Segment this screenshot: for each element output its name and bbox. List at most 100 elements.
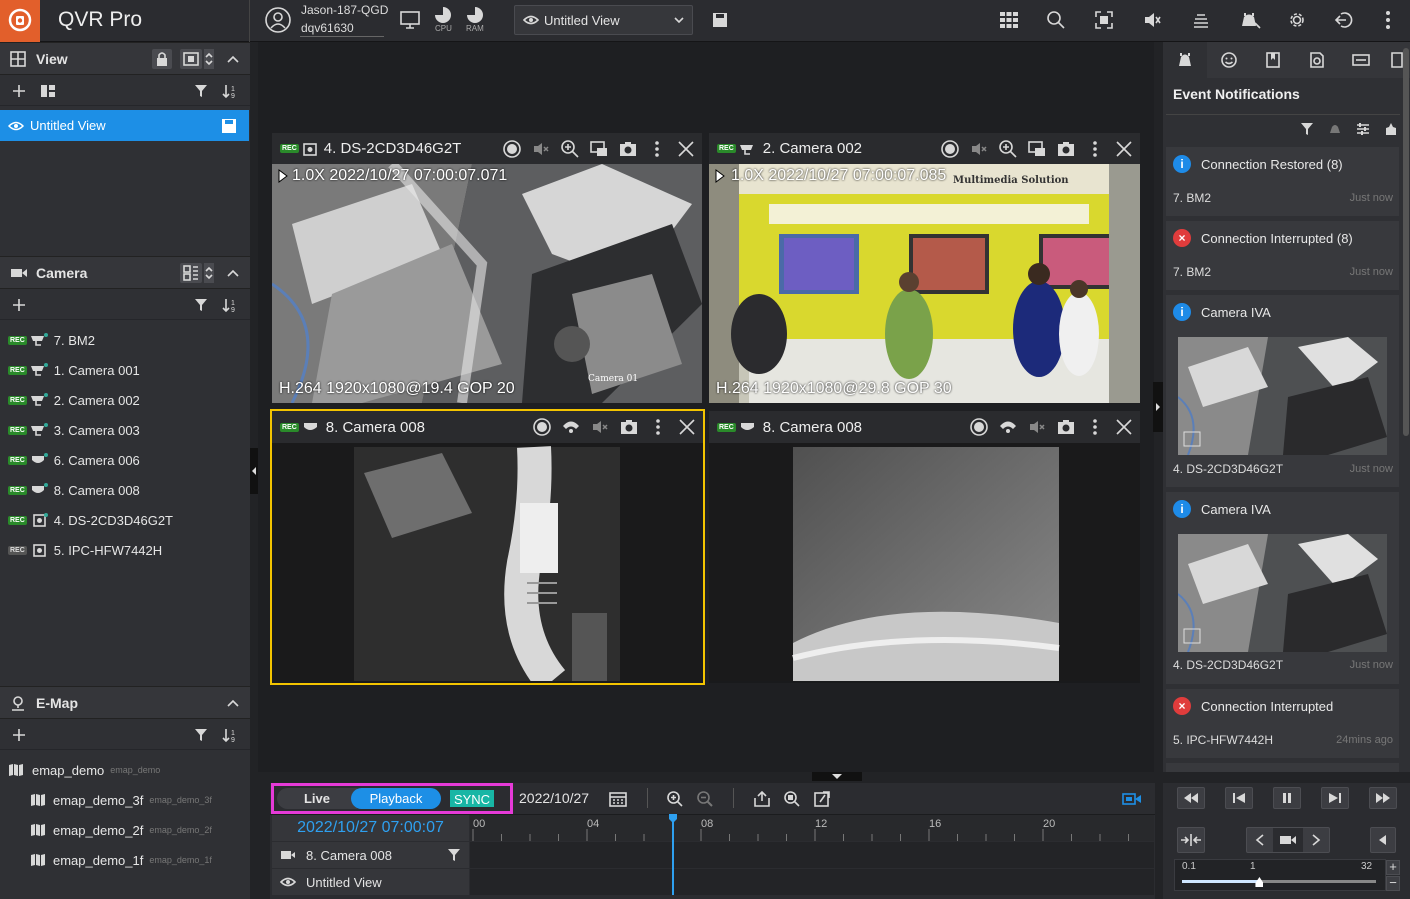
view-section-header[interactable]: View <box>0 42 250 75</box>
settings-sliders-icon[interactable] <box>1356 122 1370 136</box>
zoom-icon[interactable] <box>998 139 1018 159</box>
emap-list-item[interactable]: emap_demo emap_demo <box>0 755 250 785</box>
digital-zoom-icon[interactable] <box>783 790 801 808</box>
sync-button[interactable]: SYNC <box>449 789 495 808</box>
record-icon[interactable] <box>532 417 552 437</box>
previous-frame-button[interactable] <box>1225 787 1253 809</box>
camera-sort-arrows-icon[interactable] <box>204 262 214 283</box>
timeline-camera-row[interactable]: 8. Camera 008 <box>272 842 469 868</box>
camera-section-header[interactable]: Camera <box>0 256 250 289</box>
next-camera-icon[interactable] <box>1303 833 1329 847</box>
collapse-emap-icon[interactable] <box>226 698 240 708</box>
video-feed[interactable]: 1.0X 2022/10/27 07:00:07.085 Multimedia … <box>709 164 1140 403</box>
notification-card[interactable]: i Camera IVA 4. DS-2CD3D46G2T Just now <box>1166 492 1399 684</box>
add-view-icon[interactable] <box>12 84 26 98</box>
user-avatar-icon[interactable] <box>264 6 292 34</box>
fullscreen-icon[interactable] <box>1094 10 1114 30</box>
tile-more-icon[interactable] <box>648 417 668 437</box>
pause-button[interactable] <box>1273 787 1301 809</box>
add-emap-icon[interactable] <box>12 728 26 742</box>
filter-icon[interactable] <box>194 84 208 98</box>
tab-search-record[interactable] <box>1295 51 1339 69</box>
previous-camera-icon[interactable] <box>1247 833 1273 847</box>
camera-recording-icon[interactable] <box>1122 791 1142 807</box>
zoom-in-icon[interactable] <box>666 790 684 808</box>
video-tile[interactable]: REC 8. Camera 008 <box>707 409 1142 685</box>
snapshot-icon[interactable] <box>618 139 638 159</box>
video-feed[interactable] <box>709 443 1140 681</box>
mute-icon[interactable] <box>1142 10 1162 30</box>
emap-list-item[interactable]: emap_demo_1f emap_demo_1f <box>0 845 250 875</box>
timeline-ruler[interactable]: 00 04 08 12 16 20 <box>470 815 1154 841</box>
pip-icon[interactable] <box>1027 139 1047 159</box>
filter-icon[interactable] <box>1300 122 1314 136</box>
camera-list-item[interactable]: REC 1. Camera 001 <box>0 355 250 385</box>
video-feed[interactable]: 1.0X 2022/10/27 07:00:07.071 H.264 1920x… <box>272 164 702 403</box>
camera-icon[interactable] <box>1273 828 1303 852</box>
filter-icon[interactable] <box>194 728 208 742</box>
sort-icon[interactable]: 19 <box>222 297 238 313</box>
record-icon[interactable] <box>502 139 522 159</box>
tab-alarm[interactable] <box>1163 42 1207 78</box>
collapse-camera-icon[interactable] <box>226 268 240 278</box>
fisheye-dewarp-icon[interactable] <box>998 417 1018 437</box>
speed-increase-button[interactable]: + <box>1386 860 1400 875</box>
calendar-icon[interactable] <box>609 791 627 807</box>
camera-list-item[interactable]: REC 8. Camera 008 <box>0 475 250 505</box>
live-button[interactable]: Live <box>277 788 357 809</box>
split-view-button[interactable] <box>1177 827 1205 853</box>
skip-to-end-button[interactable] <box>1369 787 1397 809</box>
camera-list-item[interactable]: REC 7. BM2 <box>0 325 250 355</box>
emap-list-item[interactable]: emap_demo_2f emap_demo_2f <box>0 815 250 845</box>
export-icon[interactable] <box>753 790 771 808</box>
right-pane-collapse-handle[interactable] <box>1153 382 1163 432</box>
snapshot-icon[interactable] <box>1056 417 1076 437</box>
video-tile-selected[interactable]: REC 8. Camera 008 <box>270 409 705 685</box>
view-sort-arrows-icon[interactable] <box>204 48 214 69</box>
bell-off-icon[interactable] <box>1328 122 1342 136</box>
camera-list-item[interactable]: REC 6. Camera 006 <box>0 445 250 475</box>
speed-decrease-button[interactable]: − <box>1386 876 1400 891</box>
filter-icon[interactable] <box>194 298 208 312</box>
close-icon[interactable] <box>676 139 696 159</box>
next-frame-button[interactable] <box>1321 787 1349 809</box>
sort-icon[interactable]: 19 <box>222 83 238 99</box>
snapshot-icon[interactable] <box>619 417 639 437</box>
left-pane-collapse-handle[interactable] <box>250 448 258 494</box>
mute-icon[interactable] <box>1027 417 1047 437</box>
grid-layout-icon[interactable] <box>998 10 1020 30</box>
more-menu-icon[interactable] <box>1384 10 1392 30</box>
add-camera-icon[interactable] <box>12 298 26 312</box>
snapshot-icon[interactable] <box>1056 139 1076 159</box>
search-icon[interactable] <box>1046 10 1066 30</box>
camera-list-item[interactable]: REC 5. IPC-HFW7442H <box>0 535 250 565</box>
event-thumbnail[interactable] <box>1178 534 1387 652</box>
clear-all-icon[interactable] <box>1384 122 1398 136</box>
playback-button[interactable]: Playback <box>351 788 441 809</box>
mute-icon[interactable] <box>590 417 610 437</box>
notifications-scrollbar[interactable] <box>1403 48 1409 436</box>
tile-more-icon[interactable] <box>1085 417 1105 437</box>
camera-list-item[interactable]: REC 3. Camera 003 <box>0 415 250 445</box>
save-view-icon[interactable] <box>711 11 729 29</box>
close-icon[interactable] <box>1114 417 1134 437</box>
pip-icon[interactable] <box>589 139 609 159</box>
notification-card[interactable]: × Connection Interrupted 5. IPC-HFW7442H … <box>1166 689 1399 758</box>
camera-grid-toggle-icon[interactable] <box>180 262 202 283</box>
view-item-selected[interactable]: Untitled View <box>0 110 249 141</box>
tab-bookmark[interactable] <box>1251 51 1295 69</box>
emap-section-header[interactable]: E-Map <box>0 686 250 719</box>
snapshot-edit-icon[interactable] <box>813 790 831 808</box>
mute-icon[interactable] <box>969 139 989 159</box>
timeline-view-row[interactable]: Untitled View <box>272 869 469 895</box>
camera-list-item[interactable]: REC 4. DS-2CD3D46G2T <box>0 505 250 535</box>
emap-list-item[interactable]: emap_demo_3f emap_demo_3f <box>0 785 250 815</box>
zoom-out-icon[interactable] <box>696 790 714 808</box>
timeline-cursor[interactable] <box>668 813 678 895</box>
event-thumbnail[interactable] <box>1178 337 1387 455</box>
tile-more-icon[interactable] <box>1085 139 1105 159</box>
timeline-collapse-handle[interactable] <box>812 772 862 781</box>
zoom-icon[interactable] <box>560 139 580 159</box>
video-feed[interactable] <box>272 443 703 681</box>
tab-lpr[interactable] <box>1339 52 1383 68</box>
